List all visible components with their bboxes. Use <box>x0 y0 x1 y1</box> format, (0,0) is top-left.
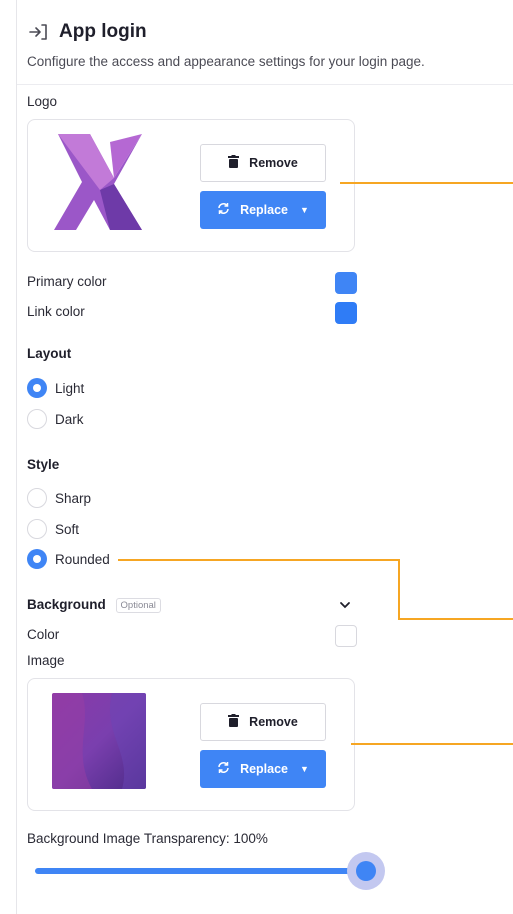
background-color-label: Color <box>27 627 60 642</box>
trash-icon <box>228 155 240 171</box>
style-title: Style <box>27 457 60 472</box>
background-remove-button[interactable]: Remove <box>200 703 326 741</box>
radio-unchecked[interactable] <box>27 409 47 429</box>
callout-line-style-end <box>398 618 513 620</box>
header: App login Configure the access and appea… <box>27 20 513 69</box>
callout-line-background <box>351 743 513 745</box>
style-option-rounded[interactable]: Rounded <box>27 549 110 569</box>
callout-line-style-vertical <box>398 559 400 620</box>
divider <box>17 84 513 85</box>
background-image-card: Remove Replace ▼ <box>27 678 355 811</box>
radio-checked[interactable] <box>27 378 47 398</box>
radio-label: Rounded <box>55 551 110 567</box>
chevron-down-icon: ▼ <box>300 205 309 215</box>
primary-color-label: Primary color <box>27 274 107 289</box>
background-replace-label: Replace <box>240 762 289 776</box>
app-login-panel: App login Configure the access and appea… <box>16 0 513 914</box>
chevron-down-icon[interactable] <box>339 598 351 616</box>
link-color-label: Link color <box>27 304 85 319</box>
layout-option-dark[interactable]: Dark <box>27 409 84 429</box>
style-option-sharp[interactable]: Sharp <box>27 488 91 508</box>
page-title: App login <box>59 21 147 42</box>
layout-option-light[interactable]: Light <box>27 378 84 398</box>
refresh-icon <box>217 202 230 218</box>
logo-remove-button[interactable]: Remove <box>200 144 326 182</box>
layout-title: Layout <box>27 346 72 361</box>
radio-unchecked[interactable] <box>27 488 47 508</box>
background-title-text: Background <box>27 597 106 612</box>
chevron-down-icon: ▼ <box>300 764 309 774</box>
background-replace-button[interactable]: Replace ▼ <box>200 750 326 788</box>
background-image-thumbnail <box>52 693 146 789</box>
trash-icon <box>228 714 240 730</box>
radio-unchecked[interactable] <box>27 519 47 539</box>
logo-replace-label: Replace <box>240 203 289 217</box>
logo-replace-button[interactable]: Replace ▼ <box>200 191 326 229</box>
callout-line-logo <box>340 182 513 184</box>
logo-remove-label: Remove <box>249 156 298 170</box>
logo-label: Logo <box>27 94 58 109</box>
link-color-swatch[interactable] <box>335 302 357 324</box>
title-row: App login <box>27 20 513 44</box>
radio-label: Dark <box>55 411 84 427</box>
logo-image <box>54 134 146 230</box>
style-option-soft[interactable]: Soft <box>27 519 79 539</box>
login-icon <box>27 20 51 44</box>
transparency-slider-track[interactable] <box>35 868 365 874</box>
background-title: Background Optional <box>27 597 161 613</box>
background-color-swatch[interactable] <box>335 625 357 647</box>
optional-badge: Optional <box>115 597 161 613</box>
radio-label: Light <box>55 380 85 396</box>
radio-label: Soft <box>55 521 80 537</box>
transparency-label: Background Image Transparency: 100% <box>27 831 268 846</box>
callout-line-style <box>118 559 400 561</box>
refresh-icon <box>217 761 230 777</box>
radio-label: Sharp <box>55 490 92 506</box>
background-image-label: Image <box>27 653 65 668</box>
logo-card: Remove Replace ▼ <box>27 119 355 252</box>
transparency-slider-thumb[interactable] <box>356 861 376 881</box>
page-subtitle: Configure the access and appearance sett… <box>27 54 425 69</box>
radio-checked[interactable] <box>27 549 47 569</box>
primary-color-swatch[interactable] <box>335 272 357 294</box>
background-remove-label: Remove <box>249 715 298 729</box>
